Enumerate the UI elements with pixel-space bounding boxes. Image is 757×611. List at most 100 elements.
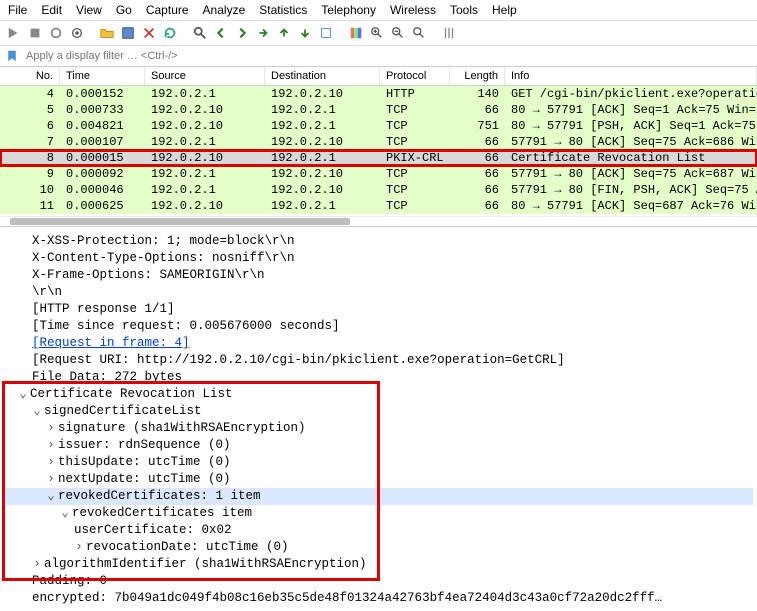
zoom-reset-icon[interactable] (410, 24, 428, 42)
save-file-icon[interactable] (119, 24, 137, 42)
open-file-icon[interactable] (98, 24, 116, 42)
filter-bookmark-icon[interactable] (4, 48, 20, 64)
packet-row[interactable]: 40.000152192.0.2.1192.0.2.10HTTP140GET /… (0, 86, 757, 102)
column-header-destination[interactable]: Destination (265, 67, 380, 85)
detail-revoked-cert-item[interactable]: ⌄revokedCertificates item (4, 505, 753, 522)
cell-destination: 192.0.2.10 (265, 166, 380, 182)
cell-length: 66 (450, 102, 505, 118)
packet-row[interactable]: 100.000046192.0.2.1192.0.2.10TCP6657791 … (0, 182, 757, 198)
menu-analyze[interactable]: Analyze (203, 3, 246, 17)
cell-time: 0.000152 (60, 86, 145, 102)
detail-user-cert[interactable]: userCertificate: 0x02 (4, 522, 753, 539)
menu-tools[interactable]: Tools (450, 3, 478, 17)
collapse-toggle-icon[interactable]: › (74, 539, 84, 556)
packet-row[interactable]: 80.000015192.0.2.10192.0.2.1PKIX-CRL66Ce… (0, 150, 757, 166)
collapse-toggle-icon[interactable]: › (46, 454, 56, 471)
go-first-icon[interactable] (275, 24, 293, 42)
column-header-info[interactable]: Info (505, 67, 757, 85)
packet-row[interactable]: 50.000733192.0.2.10192.0.2.1TCP6680 → 57… (0, 102, 757, 118)
resize-columns-icon[interactable] (440, 24, 458, 42)
menu-go[interactable]: Go (116, 3, 132, 17)
detail-thisupdate[interactable]: ›thisUpdate: utcTime (0) (4, 454, 753, 471)
restart-capture-icon[interactable] (47, 24, 65, 42)
detail-line[interactable]: X-XSS-Protection: 1; mode=block\r\n (4, 233, 753, 250)
request-frame-link[interactable]: [Request in frame: 4] (32, 336, 190, 350)
detail-line[interactable]: [Time since request: 0.005676000 seconds… (4, 318, 753, 335)
collapse-toggle-icon[interactable]: › (32, 556, 42, 573)
menu-wireless[interactable]: Wireless (390, 3, 436, 17)
detail-algorithm-id[interactable]: ›algorithmIdentifier (sha1WithRSAEncrypt… (4, 556, 753, 573)
detail-line[interactable]: File Data: 272 bytes (4, 369, 753, 386)
start-capture-icon[interactable] (5, 24, 23, 42)
detail-line[interactable]: X-Frame-Options: SAMEORIGIN\r\n (4, 267, 753, 284)
cell-info: 57791 → 80 [FIN, PSH, ACK] Seq=75 Ac (505, 182, 757, 198)
column-header-protocol[interactable]: Protocol (380, 67, 450, 85)
colorize-icon[interactable] (347, 24, 365, 42)
packet-row[interactable]: 90.000092192.0.2.1192.0.2.10TCP6657791 →… (0, 166, 757, 182)
cell-no: 8 (0, 150, 60, 166)
cell-no: 7 (0, 134, 60, 150)
detail-signature[interactable]: ›signature (sha1WithRSAEncryption) (4, 420, 753, 437)
cell-length: 66 (450, 182, 505, 198)
menu-edit[interactable]: Edit (41, 3, 62, 17)
reload-icon[interactable] (161, 24, 179, 42)
detail-line[interactable]: [Request URI: http://192.0.2.10/cgi-bin/… (4, 352, 753, 369)
collapse-toggle-icon[interactable]: › (46, 471, 56, 488)
packet-list-body[interactable]: 40.000152192.0.2.1192.0.2.10HTTP140GET /… (0, 86, 757, 214)
detail-nextupdate[interactable]: ›nextUpdate: utcTime (0) (4, 471, 753, 488)
find-icon[interactable] (191, 24, 209, 42)
scrollbar-thumb[interactable] (10, 218, 350, 225)
expand-toggle-icon[interactable]: ⌄ (18, 386, 28, 403)
cell-protocol: TCP (380, 118, 450, 134)
packet-row[interactable]: 60.004821192.0.2.10192.0.2.1TCP75180 → 5… (0, 118, 757, 134)
detail-crl-root[interactable]: ⌄Certificate Revocation List (4, 386, 753, 403)
expand-toggle-icon[interactable]: ⌄ (32, 403, 42, 420)
column-header-length[interactable]: Length (450, 67, 505, 85)
detail-issuer[interactable]: ›issuer: rdnSequence (0) (4, 437, 753, 454)
detail-line[interactable]: \r\n (4, 284, 753, 301)
expand-toggle-icon[interactable]: ⌄ (60, 505, 70, 522)
detail-request-frame[interactable]: [Request in frame: 4] (4, 335, 753, 352)
toolbar (0, 21, 757, 46)
collapse-toggle-icon[interactable]: › (46, 420, 56, 437)
go-last-icon[interactable] (296, 24, 314, 42)
cell-source: 192.0.2.1 (145, 86, 265, 102)
detail-padding[interactable]: Padding: 0 (4, 573, 753, 590)
cell-length: 66 (450, 150, 505, 166)
go-back-icon[interactable] (212, 24, 230, 42)
cell-destination: 192.0.2.1 (265, 150, 380, 166)
auto-scroll-icon[interactable] (317, 24, 335, 42)
packet-details-pane[interactable]: X-XSS-Protection: 1; mode=block\r\n X-Co… (0, 226, 757, 611)
column-header-no[interactable]: No. (0, 67, 60, 85)
detail-line[interactable]: X-Content-Type-Options: nosniff\r\n (4, 250, 753, 267)
horizontal-scrollbar[interactable] (0, 216, 757, 226)
cell-destination: 192.0.2.1 (265, 102, 380, 118)
detail-line[interactable]: [HTTP response 1/1] (4, 301, 753, 318)
menu-statistics[interactable]: Statistics (259, 3, 307, 17)
go-to-packet-icon[interactable] (254, 24, 272, 42)
column-header-time[interactable]: Time (60, 67, 145, 85)
zoom-out-icon[interactable] (389, 24, 407, 42)
detail-encrypted[interactable]: encrypted: 7b049a1dc049f4b08c16eb35c5de4… (4, 590, 753, 607)
display-filter-input[interactable] (24, 48, 753, 64)
menu-view[interactable]: View (76, 3, 102, 17)
stop-capture-icon[interactable] (26, 24, 44, 42)
expand-toggle-icon[interactable]: ⌄ (46, 488, 56, 505)
menu-capture[interactable]: Capture (146, 3, 189, 17)
packet-row[interactable]: 110.000625192.0.2.10192.0.2.1TCP6680 → 5… (0, 198, 757, 214)
cell-protocol: HTTP (380, 86, 450, 102)
capture-options-icon[interactable] (68, 24, 86, 42)
menu-file[interactable]: File (8, 3, 27, 17)
detail-revocation-date[interactable]: ›revocationDate: utcTime (0) (4, 539, 753, 556)
detail-signed-cert-list[interactable]: ⌄signedCertificateList (4, 403, 753, 420)
menu-help[interactable]: Help (492, 3, 517, 17)
packet-row[interactable]: 70.000107192.0.2.1192.0.2.10TCP6657791 →… (0, 134, 757, 150)
close-file-icon[interactable] (140, 24, 158, 42)
detail-revoked-certs[interactable]: ⌄revokedCertificates: 1 item (4, 488, 753, 505)
collapse-toggle-icon[interactable]: › (46, 437, 56, 454)
packet-list-header: No. Time Source Destination Protocol Len… (0, 67, 757, 86)
zoom-in-icon[interactable] (368, 24, 386, 42)
menu-telephony[interactable]: Telephony (321, 3, 376, 17)
go-forward-icon[interactable] (233, 24, 251, 42)
column-header-source[interactable]: Source (145, 67, 265, 85)
